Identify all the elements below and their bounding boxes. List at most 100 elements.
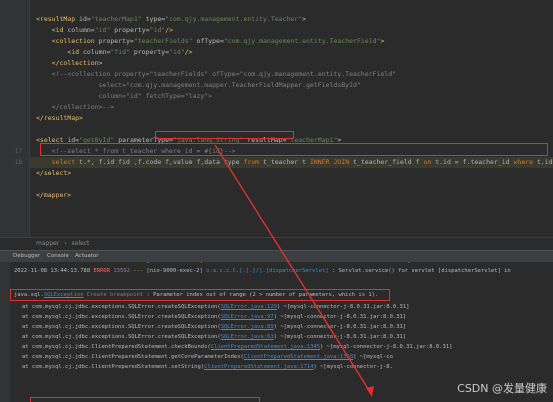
code-token: from [243, 158, 263, 166]
stack-trace-line: at com.mysql.cj.jdbc.exceptions.SQLError… [22, 322, 406, 332]
code-token: column= [67, 26, 95, 34]
code-token: t.id = f.teacher_id [435, 158, 514, 166]
trace-method: at com.mysql.cj.jdbc.ClientPreparedState… [22, 364, 205, 370]
breadcrumb: mapper › select [0, 237, 553, 250]
log-token: ERROR [93, 268, 114, 274]
code-token: "teacherFields" [133, 37, 197, 45]
trace-source-link[interactable]: ClientPreparedStatement.java:1358 [244, 354, 353, 360]
code-line[interactable]: </collection>--> [36, 102, 115, 113]
tab-actuator[interactable]: Actuator [72, 251, 102, 262]
code-token: <collection [36, 37, 99, 45]
trace-source-link[interactable]: ClientPreparedStatement.java:1714 [204, 364, 313, 370]
trace-method: at com.mysql.cj.jdbc.exceptions.SQLError… [22, 304, 221, 310]
trace-jar: ) ~[mysql-connector-j-8.0.31.jar:8.0.31] [320, 344, 453, 350]
code-token: type= [145, 15, 166, 23]
code-token: "id" [169, 48, 185, 56]
code-line[interactable]: </resultMap> [36, 113, 83, 124]
stack-trace-line: at com.mysql.cj.jdbc.exceptions.SQLError… [22, 312, 406, 322]
code-line[interactable]: </collection> [36, 58, 103, 69]
trace-source-link[interactable]: SQLError.java:89 [221, 324, 274, 330]
code-line[interactable]: <resultMap id="teacherMap1" type="com.qj… [36, 14, 306, 25]
code-line[interactable]: column="id" fetchType="lazy"> [36, 91, 213, 102]
code-token: t.id = #{id} [536, 158, 553, 166]
code-token: where [513, 158, 537, 166]
trace-method: at com.mysql.cj.jdbc.exceptions.SQLError… [22, 324, 221, 330]
code-line[interactable]: <!--<collection property="teacherFields"… [36, 69, 396, 80]
code-token: "com.qjy.management.entity.Teacher" [165, 15, 303, 23]
code-line[interactable]: </select> [36, 168, 71, 179]
code-line[interactable]: <id column="fid" property="id"/> [36, 47, 193, 58]
stack-trace-line: at com.mysql.cj.jdbc.exceptions.SQLError… [22, 332, 406, 342]
code-token: ofType= [196, 37, 224, 45]
log-token: INFO [93, 262, 113, 264]
log-token: --- [nio-9000-exec-2] [133, 268, 207, 274]
code-token: </select> [36, 169, 72, 177]
code-token: "id" [94, 26, 115, 34]
log-line: 2022-11-08 13:44:13.788 ERROR 13592 --- … [14, 266, 511, 276]
trace-source-link[interactable]: ClientPreparedStatement.java:1345 [211, 344, 320, 350]
log-token: com.zaxxer.hikari.HikariDataSource [206, 262, 322, 264]
log-token: : HikariPool-1 - Start completed. [322, 262, 431, 264]
log-token: 2022-11-08 13:44:13.753 [14, 262, 93, 264]
log-token: o.a.c.c.C.[.[.[/].[dispatcherServlet] [206, 268, 332, 274]
trace-method: at com.mysql.cj.jdbc.ClientPreparedState… [22, 344, 211, 350]
console-gutter [0, 262, 10, 402]
tab-debugger[interactable]: Debugger [10, 251, 43, 262]
tool-window-tabs: Debugger Console Actuator [0, 250, 553, 262]
code-token: id= [79, 15, 91, 23]
code-token: on [423, 158, 436, 166]
log-token: 13592 [113, 268, 134, 274]
code-token: property= [133, 48, 170, 56]
code-line[interactable]: <id column="id" property="id"/> [36, 25, 173, 36]
code-token: property= [114, 26, 150, 34]
code-token: "com.qjy.management.entity.TeacherField" [223, 37, 381, 45]
trace-method: at com.mysql.cj.jdbc.exceptions.SQLError… [22, 334, 221, 340]
editor-gutter: 17 18 [0, 0, 30, 237]
breadcrumb-item-select[interactable]: select [72, 240, 90, 247]
code-token: select="com.qjy.management.mapper.Teache… [36, 81, 361, 89]
code-line[interactable]: <collection property="teacherFields" ofT… [36, 36, 385, 47]
code-token: t_teacher_field f [353, 158, 424, 166]
code-line[interactable]: select t.*, f.id fid ,f.code f,value f,d… [36, 157, 553, 168]
code-token: property= [98, 37, 134, 45]
code-token: /> [165, 26, 174, 34]
code-token: select [36, 158, 80, 166]
code-token: t_teacher t [263, 158, 310, 166]
code-token: t.*, f.id fid ,f.code f,value f,data typ… [79, 158, 244, 166]
code-token: column="id" fetchType="lazy"> [36, 92, 213, 100]
code-token: </resultMap> [36, 114, 83, 122]
trace-source-link[interactable]: SQLError.java:129 [221, 304, 277, 310]
code-token: /> [184, 48, 193, 56]
code-token: <id [36, 26, 68, 34]
breadcrumb-item-mapper[interactable]: mapper [36, 240, 59, 247]
trace-jar: ) ~[mysql-co [353, 354, 393, 360]
code-line[interactable]: select="com.qjy.management.mapper.Teache… [36, 80, 361, 91]
trace-method: at com.mysql.cj.jdbc.ClientPreparedState… [22, 354, 244, 360]
trace-jar: ) ~[mysql-connector-j-8. [313, 364, 393, 370]
code-token: "id" [149, 26, 166, 34]
stack-trace-line: at com.mysql.cj.jdbc.exceptions.SQLError… [22, 302, 409, 312]
highlight-box [155, 131, 294, 139]
code-token: <id [36, 48, 83, 56]
select-statement-box [40, 143, 548, 156]
log-token: --- [nio-9000-exec-2] [133, 262, 206, 264]
code-token: <!--<collection property="teacherFields"… [36, 70, 397, 78]
tab-console[interactable]: Console [44, 251, 72, 262]
breadcrumb-separator: › [64, 240, 67, 247]
code-line[interactable]: </mapper> [36, 190, 71, 201]
trace-source-link[interactable]: SQLError.java:63 [221, 334, 274, 340]
code-token: </collection>--> [36, 103, 115, 111]
code-token: column= [82, 48, 111, 56]
trace-jar: ) ~[mysql-connector-j-8.0.31.jar:8.0.31] [273, 324, 407, 330]
trace-jar: ) ~[mysql-connector-j-8.0.31.jar:8.0.31] [273, 334, 407, 340]
code-token: INNER JOIN [309, 158, 354, 166]
watermark: CSDN @发量健康 [457, 382, 547, 395]
stack-trace-line: at com.mysql.cj.jdbc.ClientPreparedState… [22, 362, 393, 372]
log-token: 2022-11-08 13:44:13.788 [14, 268, 94, 274]
code-editor[interactable]: 17 18 <resultMap id="teacherMap1" type="c… [0, 0, 553, 237]
trace-jar: ) ~[mysql-connector-j-8.0.31.jar:8.0.31] [276, 304, 410, 310]
code-token: </collection> [36, 59, 103, 67]
trace-source-link[interactable]: SQLError.java:97 [221, 314, 274, 320]
code-token: > [380, 37, 385, 45]
code-token: > [302, 15, 307, 23]
